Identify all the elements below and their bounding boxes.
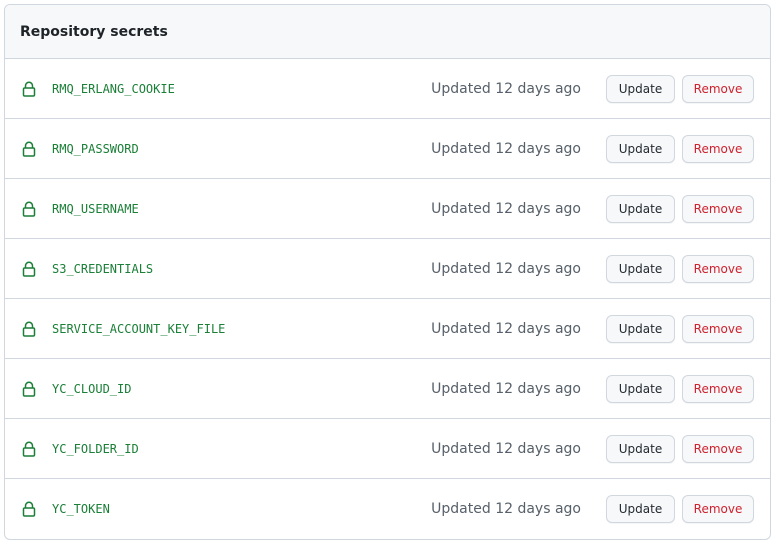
remove-button[interactable]: Remove	[682, 194, 754, 223]
secret-name: YC_FOLDER_ID	[52, 441, 139, 456]
repository-secrets-panel: Repository secrets RMQ_ERLANG_COOKIE Upd…	[4, 4, 771, 540]
secret-updated: Updated 12 days ago	[431, 260, 581, 277]
secret-row: RMQ_ERLANG_COOKIE Updated 12 days ago Up…	[5, 59, 770, 119]
update-button[interactable]: Update	[606, 254, 675, 283]
secret-row: YC_FOLDER_ID Updated 12 days ago Update …	[5, 419, 770, 479]
update-button[interactable]: Update	[606, 314, 675, 343]
remove-button[interactable]: Remove	[682, 374, 754, 403]
secret-name: S3_CREDENTIALS	[52, 261, 154, 276]
secret-name: YC_CLOUD_ID	[52, 381, 132, 396]
secret-name: RMQ_PASSWORD	[52, 141, 139, 156]
secret-row: RMQ_PASSWORD Updated 12 days ago Update …	[5, 119, 770, 179]
secret-updated: Updated 12 days ago	[431, 501, 581, 517]
secret-row: RMQ_USERNAME Updated 12 days ago Update …	[5, 179, 770, 239]
lock-icon	[21, 441, 37, 457]
lock-icon	[21, 201, 37, 217]
update-button[interactable]: Update	[606, 194, 675, 223]
secret-updated: Updated 12 days ago	[431, 380, 581, 397]
remove-button[interactable]: Remove	[682, 254, 754, 283]
secret-row: SERVICE_ACCOUNT_KEY_FILE Updated 12 days…	[5, 299, 770, 359]
secret-row: YC_CLOUD_ID Updated 12 days ago Update R…	[5, 359, 770, 419]
update-button[interactable]: Update	[606, 495, 675, 523]
remove-button[interactable]: Remove	[682, 434, 754, 463]
lock-icon	[21, 141, 37, 157]
remove-button[interactable]: Remove	[682, 314, 754, 343]
remove-button[interactable]: Remove	[682, 74, 754, 103]
panel-header: Repository secrets	[5, 5, 770, 59]
secret-name: RMQ_USERNAME	[52, 201, 139, 216]
secret-name: YC_TOKEN	[52, 502, 110, 516]
secret-updated: Updated 12 days ago	[431, 320, 581, 337]
secret-updated: Updated 12 days ago	[431, 440, 581, 457]
lock-icon	[21, 81, 37, 97]
secret-updated: Updated 12 days ago	[431, 200, 581, 217]
secret-name: SERVICE_ACCOUNT_KEY_FILE	[52, 321, 226, 336]
secret-updated: Updated 12 days ago	[431, 80, 581, 97]
secret-row: YC_TOKEN Updated 12 days ago Update Remo…	[5, 479, 770, 539]
secret-updated: Updated 12 days ago	[431, 140, 581, 157]
lock-icon	[21, 501, 37, 517]
update-button[interactable]: Update	[606, 374, 675, 403]
lock-icon	[21, 381, 37, 397]
remove-button[interactable]: Remove	[682, 495, 754, 523]
update-button[interactable]: Update	[606, 134, 675, 163]
remove-button[interactable]: Remove	[682, 134, 754, 163]
lock-icon	[21, 261, 37, 277]
lock-icon	[21, 321, 37, 337]
panel-title: Repository secrets	[20, 23, 168, 40]
secret-name: RMQ_ERLANG_COOKIE	[52, 81, 175, 96]
update-button[interactable]: Update	[606, 434, 675, 463]
update-button[interactable]: Update	[606, 74, 675, 103]
secret-row: S3_CREDENTIALS Updated 12 days ago Updat…	[5, 239, 770, 299]
